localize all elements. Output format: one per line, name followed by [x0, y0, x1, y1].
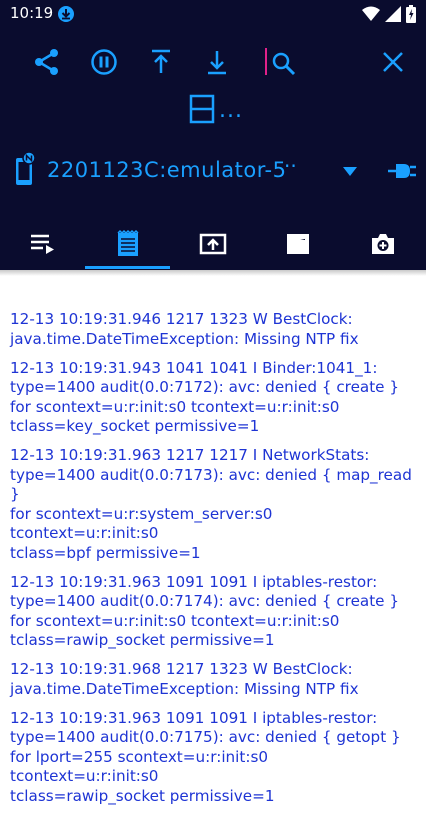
device-name-overflow: ·· [284, 154, 297, 178]
cellular-signal-icon [385, 6, 401, 22]
tab-window[interactable] [255, 218, 340, 270]
usb-connect-icon[interactable] [388, 158, 416, 182]
active-tab-indicator [85, 266, 170, 269]
status-time: 10:19 [10, 4, 54, 22]
pause-icon[interactable] [90, 48, 118, 76]
log-list[interactable]: 12-13 10:19:31.946 1217 1323 W BestClock… [10, 310, 420, 816]
log-entry[interactable]: 12-13 10:19:31.946 1217 1323 W BestClock… [10, 310, 420, 349]
tab-upload[interactable] [170, 218, 255, 270]
log-entry[interactable]: 12-13 10:19:31.963 1217 1217 I NetworkSt… [10, 446, 420, 563]
dropdown-arrow-icon[interactable] [343, 167, 357, 176]
search-icon[interactable] [270, 50, 298, 78]
scroll-to-top-icon[interactable] [147, 48, 175, 76]
tab-bar [0, 218, 426, 270]
upload-icon [199, 233, 227, 255]
tab-screenshot[interactable] [340, 218, 425, 270]
list-filter-icon [31, 234, 54, 254]
search-cursor[interactable] [265, 48, 267, 75]
log-entry[interactable]: 12-13 10:19:31.943 1041 1041 I Binder:10… [10, 359, 420, 437]
log-document-icon [117, 230, 139, 256]
camera-icon [372, 234, 394, 254]
device-selector[interactable]: 2201123C:emulator-5 ·· [0, 150, 426, 192]
download-icon [58, 6, 74, 22]
close-icon[interactable] [379, 48, 407, 76]
share-icon[interactable] [33, 48, 61, 76]
window-icon [287, 234, 309, 254]
log-entry[interactable]: 12-13 10:19:31.968 1217 1323 W BestClock… [10, 660, 420, 699]
tab-logcat[interactable] [85, 218, 170, 270]
tab-filter-list[interactable] [0, 218, 85, 270]
split-view-icon[interactable] [189, 94, 215, 124]
device-name: 2201123C:emulator-5 [47, 158, 287, 182]
wifi-icon [362, 6, 380, 21]
phone-icon [16, 152, 36, 185]
more-actions[interactable]: ... [219, 98, 243, 123]
scroll-to-bottom-icon[interactable] [203, 48, 231, 76]
app-toolbar: ... 2201123C:emulator-5 ·· [0, 28, 426, 270]
battery-icon [406, 5, 416, 23]
log-entry[interactable]: 12-13 10:19:31.963 1091 1091 I iptables-… [10, 573, 420, 651]
log-entry[interactable]: 12-13 10:19:31.963 1091 1091 I iptables-… [10, 709, 420, 807]
status-bar: 10:19 [0, 0, 426, 28]
